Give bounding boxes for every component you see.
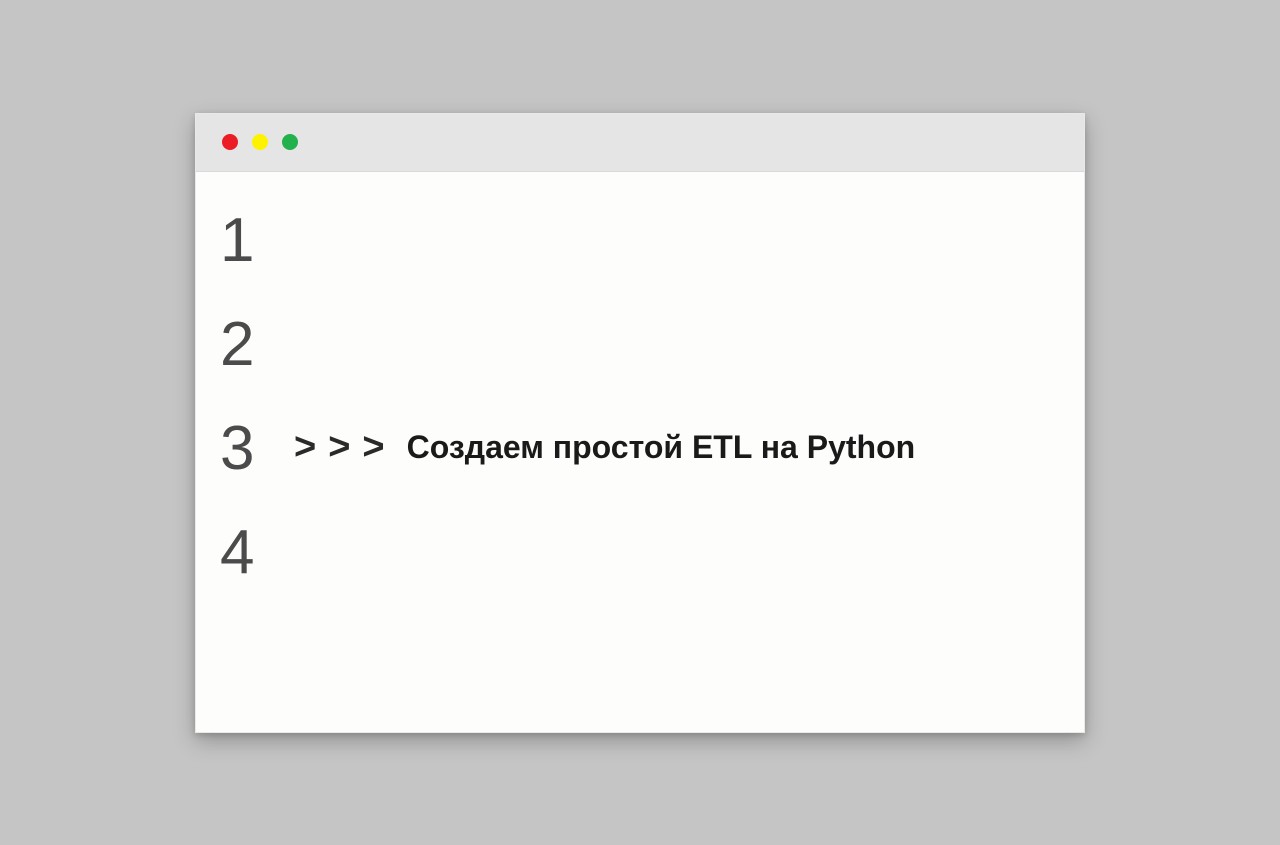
chevron-right-icon: > xyxy=(362,426,388,469)
editor-window: 1 2 3 4 > > > Создаем простой ETL на Pyt… xyxy=(195,113,1085,733)
minimize-icon[interactable] xyxy=(252,134,268,150)
line-number: 4 xyxy=(220,522,272,584)
chevron-right-icon: > xyxy=(294,426,320,469)
line-number-gutter: 1 2 3 4 xyxy=(220,210,272,712)
line-number: 2 xyxy=(220,314,272,376)
maximize-icon[interactable] xyxy=(282,134,298,150)
prompt-line: > > > Создаем простой ETL на Python xyxy=(294,426,915,469)
python-prompt-chevrons: > > > xyxy=(294,426,389,469)
titlebar xyxy=(196,114,1084,172)
editor-content[interactable]: > > > Создаем простой ETL на Python xyxy=(272,210,1084,712)
line-number: 3 xyxy=(220,418,272,480)
code-text: Создаем простой ETL на Python xyxy=(407,429,916,466)
line-number: 1 xyxy=(220,210,272,272)
chevron-right-icon: > xyxy=(328,426,354,469)
close-icon[interactable] xyxy=(222,134,238,150)
editor-area: 1 2 3 4 > > > Создаем простой ETL на Pyt… xyxy=(196,172,1084,732)
